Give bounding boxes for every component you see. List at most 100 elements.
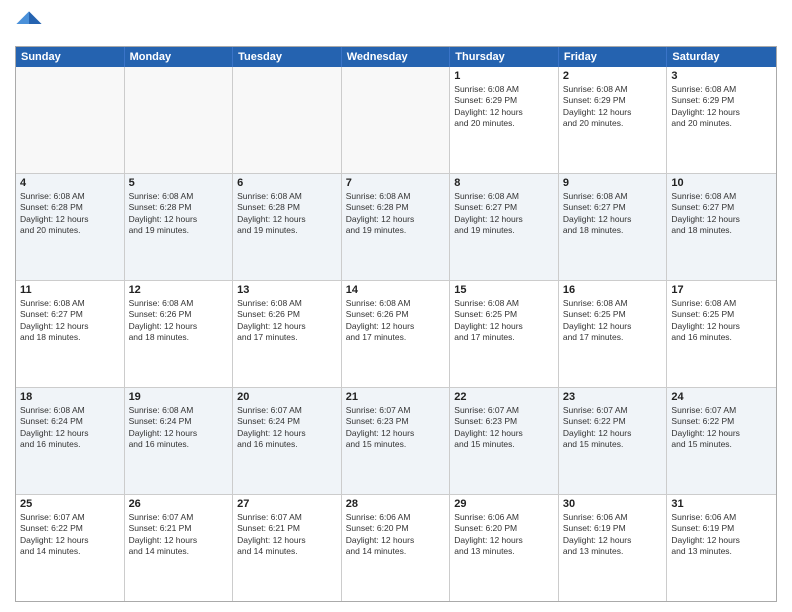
empty-cell bbox=[233, 67, 342, 173]
day-number: 13 bbox=[237, 284, 337, 296]
day-cell-3: 3 Sunrise: 6:08 AM Sunset: 6:29 PM Daylig… bbox=[667, 67, 776, 173]
weekday-header-saturday: Saturday bbox=[667, 47, 776, 67]
day-number: 18 bbox=[20, 391, 120, 403]
day-number: 3 bbox=[671, 70, 772, 82]
day-info: Sunrise: 6:07 AM Sunset: 6:21 PM Dayligh… bbox=[129, 512, 229, 558]
day-number: 17 bbox=[671, 284, 772, 296]
day-info: Sunrise: 6:07 AM Sunset: 6:23 PM Dayligh… bbox=[346, 405, 446, 451]
day-info: Sunrise: 6:07 AM Sunset: 6:21 PM Dayligh… bbox=[237, 512, 337, 558]
day-cell-4: 4 Sunrise: 6:08 AM Sunset: 6:28 PM Daylig… bbox=[16, 174, 125, 280]
day-number: 26 bbox=[129, 498, 229, 510]
day-cell-7: 7 Sunrise: 6:08 AM Sunset: 6:28 PM Daylig… bbox=[342, 174, 451, 280]
day-cell-2: 2 Sunrise: 6:08 AM Sunset: 6:29 PM Daylig… bbox=[559, 67, 668, 173]
day-info: Sunrise: 6:08 AM Sunset: 6:28 PM Dayligh… bbox=[129, 191, 229, 237]
day-cell-16: 16 Sunrise: 6:08 AM Sunset: 6:25 PM Dayli… bbox=[559, 281, 668, 387]
day-number: 2 bbox=[563, 70, 663, 82]
calendar-row-1: 4 Sunrise: 6:08 AM Sunset: 6:28 PM Daylig… bbox=[16, 174, 776, 281]
weekday-header-monday: Monday bbox=[125, 47, 234, 67]
day-cell-21: 21 Sunrise: 6:07 AM Sunset: 6:23 PM Dayli… bbox=[342, 388, 451, 494]
day-number: 8 bbox=[454, 177, 554, 189]
day-number: 23 bbox=[563, 391, 663, 403]
day-info: Sunrise: 6:06 AM Sunset: 6:19 PM Dayligh… bbox=[563, 512, 663, 558]
day-info: Sunrise: 6:08 AM Sunset: 6:27 PM Dayligh… bbox=[20, 298, 120, 344]
day-number: 16 bbox=[563, 284, 663, 296]
day-number: 1 bbox=[454, 70, 554, 82]
page-header bbox=[15, 10, 777, 38]
day-cell-11: 11 Sunrise: 6:08 AM Sunset: 6:27 PM Dayli… bbox=[16, 281, 125, 387]
day-info: Sunrise: 6:08 AM Sunset: 6:26 PM Dayligh… bbox=[346, 298, 446, 344]
empty-cell bbox=[125, 67, 234, 173]
calendar-row-4: 25Sunrise: 6:07 AM Sunset: 6:22 PM Dayli… bbox=[16, 495, 776, 601]
day-number: 10 bbox=[671, 177, 772, 189]
calendar-body: 1 Sunrise: 6:08 AM Sunset: 6:29 PM Daylig… bbox=[16, 67, 776, 601]
day-number: 28 bbox=[346, 498, 446, 510]
day-info: Sunrise: 6:08 AM Sunset: 6:24 PM Dayligh… bbox=[20, 405, 120, 451]
calendar-row-3: 18 Sunrise: 6:08 AM Sunset: 6:24 PM Dayli… bbox=[16, 388, 776, 495]
day-cell-6: 6Sunrise: 6:08 AM Sunset: 6:28 PM Daylig… bbox=[233, 174, 342, 280]
day-cell-5: 5 Sunrise: 6:08 AM Sunset: 6:28 PM Daylig… bbox=[125, 174, 234, 280]
day-cell-12: 12Sunrise: 6:08 AM Sunset: 6:26 PM Dayli… bbox=[125, 281, 234, 387]
day-cell-26: 26 Sunrise: 6:07 AM Sunset: 6:21 PM Dayli… bbox=[125, 495, 234, 601]
day-number: 5 bbox=[129, 177, 229, 189]
day-number: 15 bbox=[454, 284, 554, 296]
day-info: Sunrise: 6:08 AM Sunset: 6:27 PM Dayligh… bbox=[454, 191, 554, 237]
day-cell-15: 15Sunrise: 6:08 AM Sunset: 6:25 PM Dayli… bbox=[450, 281, 559, 387]
day-info: Sunrise: 6:07 AM Sunset: 6:22 PM Dayligh… bbox=[671, 405, 772, 451]
day-info: Sunrise: 6:06 AM Sunset: 6:20 PM Dayligh… bbox=[454, 512, 554, 558]
day-number: 29 bbox=[454, 498, 554, 510]
empty-cell bbox=[342, 67, 451, 173]
day-cell-13: 13 Sunrise: 6:08 AM Sunset: 6:26 PM Dayli… bbox=[233, 281, 342, 387]
day-cell-19: 19 Sunrise: 6:08 AM Sunset: 6:24 PM Dayli… bbox=[125, 388, 234, 494]
day-number: 30 bbox=[563, 498, 663, 510]
day-info: Sunrise: 6:06 AM Sunset: 6:19 PM Dayligh… bbox=[671, 512, 772, 558]
day-cell-10: 10 Sunrise: 6:08 AM Sunset: 6:27 PM Dayli… bbox=[667, 174, 776, 280]
day-number: 9 bbox=[563, 177, 663, 189]
calendar: SundayMondayTuesdayWednesdayThursdayFrid… bbox=[15, 46, 777, 602]
day-cell-1: 1 Sunrise: 6:08 AM Sunset: 6:29 PM Daylig… bbox=[450, 67, 559, 173]
day-number: 14 bbox=[346, 284, 446, 296]
day-number: 4 bbox=[20, 177, 120, 189]
day-info: Sunrise: 6:08 AM Sunset: 6:29 PM Dayligh… bbox=[563, 84, 663, 130]
day-cell-27: 27 Sunrise: 6:07 AM Sunset: 6:21 PM Dayli… bbox=[233, 495, 342, 601]
day-info: Sunrise: 6:07 AM Sunset: 6:22 PM Dayligh… bbox=[563, 405, 663, 451]
day-cell-17: 17Sunrise: 6:08 AM Sunset: 6:25 PM Dayli… bbox=[667, 281, 776, 387]
day-number: 27 bbox=[237, 498, 337, 510]
day-cell-14: 14 Sunrise: 6:08 AM Sunset: 6:26 PM Dayli… bbox=[342, 281, 451, 387]
calendar-header: SundayMondayTuesdayWednesdayThursdayFrid… bbox=[16, 47, 776, 67]
day-info: Sunrise: 6:08 AM Sunset: 6:24 PM Dayligh… bbox=[129, 405, 229, 451]
weekday-header-friday: Friday bbox=[559, 47, 668, 67]
calendar-row-0: 1 Sunrise: 6:08 AM Sunset: 6:29 PM Daylig… bbox=[16, 67, 776, 174]
day-info: Sunrise: 6:08 AM Sunset: 6:28 PM Dayligh… bbox=[20, 191, 120, 237]
day-cell-30: 30 Sunrise: 6:06 AM Sunset: 6:19 PM Dayli… bbox=[559, 495, 668, 601]
day-cell-22: 22Sunrise: 6:07 AM Sunset: 6:23 PM Dayli… bbox=[450, 388, 559, 494]
day-info: Sunrise: 6:07 AM Sunset: 6:23 PM Dayligh… bbox=[454, 405, 554, 451]
day-cell-31: 31 Sunrise: 6:06 AM Sunset: 6:19 PM Dayli… bbox=[667, 495, 776, 601]
day-cell-28: 28 Sunrise: 6:06 AM Sunset: 6:20 PM Dayli… bbox=[342, 495, 451, 601]
day-number: 21 bbox=[346, 391, 446, 403]
logo-icon bbox=[15, 10, 43, 38]
day-info: Sunrise: 6:08 AM Sunset: 6:28 PM Dayligh… bbox=[237, 191, 337, 237]
empty-cell bbox=[16, 67, 125, 173]
day-info: Sunrise: 6:08 AM Sunset: 6:29 PM Dayligh… bbox=[454, 84, 554, 130]
day-number: 20 bbox=[237, 391, 337, 403]
day-cell-9: 9 Sunrise: 6:08 AM Sunset: 6:27 PM Daylig… bbox=[559, 174, 668, 280]
day-cell-29: 29 Sunrise: 6:06 AM Sunset: 6:20 PM Dayli… bbox=[450, 495, 559, 601]
day-info: Sunrise: 6:07 AM Sunset: 6:22 PM Dayligh… bbox=[20, 512, 120, 558]
calendar-row-2: 11 Sunrise: 6:08 AM Sunset: 6:27 PM Dayli… bbox=[16, 281, 776, 388]
day-info: Sunrise: 6:08 AM Sunset: 6:29 PM Dayligh… bbox=[671, 84, 772, 130]
day-number: 31 bbox=[671, 498, 772, 510]
day-cell-18: 18 Sunrise: 6:08 AM Sunset: 6:24 PM Dayli… bbox=[16, 388, 125, 494]
day-cell-8: 8 Sunrise: 6:08 AM Sunset: 6:27 PM Daylig… bbox=[450, 174, 559, 280]
day-number: 7 bbox=[346, 177, 446, 189]
day-info: Sunrise: 6:06 AM Sunset: 6:20 PM Dayligh… bbox=[346, 512, 446, 558]
day-info: Sunrise: 6:08 AM Sunset: 6:28 PM Dayligh… bbox=[346, 191, 446, 237]
day-info: Sunrise: 6:08 AM Sunset: 6:26 PM Dayligh… bbox=[237, 298, 337, 344]
day-info: Sunrise: 6:08 AM Sunset: 6:27 PM Dayligh… bbox=[563, 191, 663, 237]
weekday-header-wednesday: Wednesday bbox=[342, 47, 451, 67]
day-info: Sunrise: 6:08 AM Sunset: 6:27 PM Dayligh… bbox=[671, 191, 772, 237]
weekday-header-sunday: Sunday bbox=[16, 47, 125, 67]
day-cell-23: 23 Sunrise: 6:07 AM Sunset: 6:22 PM Dayli… bbox=[559, 388, 668, 494]
day-info: Sunrise: 6:08 AM Sunset: 6:25 PM Dayligh… bbox=[563, 298, 663, 344]
day-number: 19 bbox=[129, 391, 229, 403]
day-number: 11 bbox=[20, 284, 120, 296]
